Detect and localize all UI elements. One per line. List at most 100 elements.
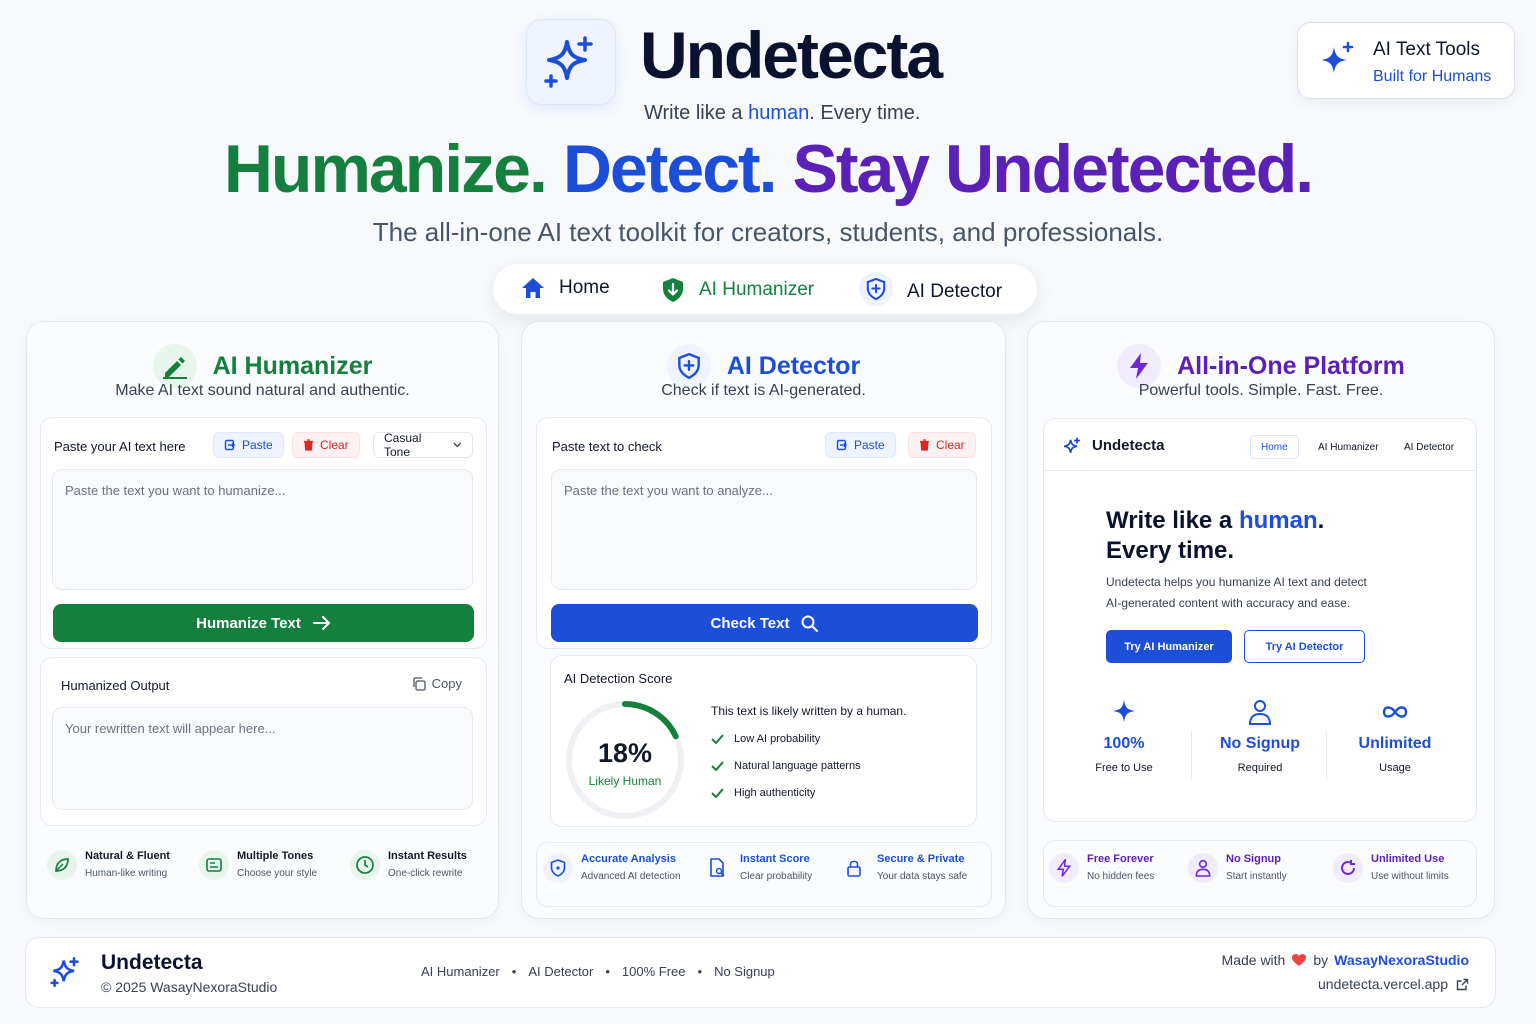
input-label: Paste text to check bbox=[552, 439, 662, 454]
platform-subtitle: Powerful tools. Simple. Fast. Free. bbox=[1138, 382, 1384, 399]
tone-select[interactable]: Casual Tone bbox=[373, 431, 473, 459]
humanizer-card: AI Humanizer Make AI text sound natural … bbox=[26, 321, 499, 919]
brand-title: Undetecta bbox=[640, 18, 943, 92]
check-item: Natural language patterns bbox=[711, 760, 861, 772]
nav-home[interactable]: Home bbox=[521, 277, 610, 299]
feature-accurate-analysis: Accurate Analysis Advanced AI detection bbox=[543, 853, 681, 883]
footer-link-ai-humanizer[interactable]: AI Humanizer bbox=[421, 964, 500, 979]
detection-score-panel: AI Detection Score 18% Likely Human This… bbox=[550, 655, 977, 827]
external-link-icon bbox=[1456, 978, 1469, 990]
detector-input-panel: Paste text to check Paste Clear Check Te… bbox=[536, 417, 992, 649]
infinity-icon bbox=[1382, 706, 1408, 718]
footer: Undetecta © 2025 WasayNexoraStudio AI Hu… bbox=[25, 937, 1496, 1008]
footer-link-ai-detector[interactable]: AI Detector bbox=[528, 964, 593, 979]
check-icon bbox=[711, 788, 724, 798]
detector-card: AI Detector Check if text is AI-generate… bbox=[521, 321, 1006, 919]
studio-link[interactable]: WasayNexoraStudio bbox=[1334, 952, 1469, 968]
mini-description: Undetecta helps you humanize AI text and… bbox=[1106, 575, 1367, 610]
try-ai-detector-button[interactable]: Try AI Detector bbox=[1244, 630, 1365, 663]
trash-icon bbox=[304, 439, 313, 451]
heart-icon bbox=[1292, 954, 1307, 966]
lock-icon bbox=[839, 853, 869, 883]
detector-features: Accurate Analysis Advanced AI detection I… bbox=[536, 842, 992, 907]
feature-instant-results: Instant Results One-click rewrite bbox=[350, 850, 467, 880]
detector-subtitle: Check if text is AI-generated. bbox=[661, 382, 866, 399]
try-ai-humanizer-button[interactable]: Try AI Humanizer bbox=[1106, 630, 1232, 663]
mini-nav-ai-detector[interactable]: AI Detector bbox=[1394, 435, 1464, 459]
clear-button[interactable]: Clear bbox=[292, 432, 360, 458]
badge-subtitle: Built for Humans bbox=[1373, 68, 1492, 85]
clear-button[interactable]: Clear bbox=[908, 432, 976, 458]
stat-no-signup: No Signup Required bbox=[1193, 699, 1327, 774]
badge-title: AI Text Tools bbox=[1373, 39, 1481, 60]
home-icon bbox=[522, 278, 544, 298]
refresh-icon bbox=[1333, 853, 1363, 883]
logo[interactable] bbox=[526, 19, 616, 105]
clock-icon bbox=[350, 850, 380, 880]
feature-secure-private: Secure & Private Your data stays safe bbox=[839, 853, 967, 883]
search-icon bbox=[801, 615, 819, 632]
footer-links: AI Humanizer • AI Detector • 100% Free •… bbox=[421, 964, 775, 979]
arrow-right-icon bbox=[312, 616, 331, 630]
verdict-text: This text is likely written by a human. bbox=[711, 704, 907, 718]
footer-copyright: © 2025 WasayNexoraStudio bbox=[101, 979, 278, 995]
tagline: Write like a human. Every time. bbox=[644, 102, 921, 124]
footer-link-no-signup[interactable]: No Signup bbox=[714, 964, 775, 979]
shield-download-icon bbox=[663, 278, 683, 302]
trash-icon bbox=[920, 439, 929, 451]
feature-natural-fluent: Natural & Fluent Human-like writing bbox=[47, 850, 170, 880]
lightning-icon bbox=[1049, 853, 1079, 883]
stat-unlimited: Unlimited Usage bbox=[1328, 699, 1462, 774]
footer-brand: Undetecta bbox=[101, 951, 203, 974]
humanizer-subtitle: Make AI text sound natural and authentic… bbox=[115, 382, 410, 399]
nav-ai-detector[interactable]: AI Detector bbox=[859, 272, 1002, 306]
sparkle-logo-icon bbox=[50, 957, 79, 987]
ai-text-tools-badge: AI Text Tools Built for Humans bbox=[1297, 22, 1515, 99]
stat-free: 100% Free to Use bbox=[1057, 699, 1191, 774]
sparkle-icon bbox=[1321, 41, 1354, 73]
platform-title: All-in-One Platform bbox=[1177, 351, 1405, 380]
paste-button[interactable]: Paste bbox=[213, 432, 284, 458]
feature-multiple-tones: Multiple Tones Choose your style bbox=[199, 850, 317, 880]
humanized-output-panel: Humanized Output Copy bbox=[40, 657, 487, 826]
feature-unlimited-use: Unlimited Use Use without limits bbox=[1333, 853, 1449, 883]
copy-button[interactable]: Copy bbox=[412, 676, 462, 691]
tones-icon bbox=[199, 850, 229, 880]
score-caption: Likely Human bbox=[588, 774, 662, 788]
mini-brand: Undetecta bbox=[1092, 437, 1165, 454]
check-text-button[interactable]: Check Text bbox=[551, 604, 978, 642]
document-search-icon bbox=[702, 853, 732, 883]
input-label: Paste your AI text here bbox=[54, 439, 186, 454]
output-label: Humanized Output bbox=[61, 678, 170, 693]
feature-instant-score: Instant Score Clear probability bbox=[702, 853, 812, 883]
feature-no-signup: No Signup Start instantly bbox=[1188, 853, 1287, 883]
user-icon bbox=[1188, 853, 1218, 883]
shield-icon bbox=[543, 853, 573, 883]
main-nav: Home AI Humanizer AI Detector bbox=[492, 263, 1038, 315]
made-with: Made with by WasayNexoraStudio bbox=[1221, 952, 1469, 968]
sparkle-logo-icon bbox=[1063, 437, 1081, 453]
platform-card: All-in-One Platform Powerful tools. Simp… bbox=[1027, 321, 1495, 919]
score-value: 18% bbox=[597, 738, 653, 768]
check-item: High authenticity bbox=[711, 787, 815, 799]
paste-button[interactable]: Paste bbox=[825, 432, 896, 458]
footer-link-free[interactable]: 100% Free bbox=[622, 964, 686, 979]
paste-icon bbox=[224, 439, 235, 451]
site-url[interactable]: undetecta.vercel.app bbox=[1318, 976, 1469, 992]
paste-icon bbox=[836, 439, 847, 451]
humanize-text-button[interactable]: Humanize Text bbox=[53, 604, 474, 642]
mini-nav-ai-humanizer[interactable]: AI Humanizer bbox=[1308, 435, 1389, 459]
humanizer-title: AI Humanizer bbox=[212, 351, 373, 380]
sparkle-icon bbox=[1113, 700, 1135, 722]
detect-input[interactable] bbox=[551, 469, 977, 590]
humanized-output[interactable] bbox=[52, 707, 473, 810]
nav-ai-humanizer[interactable]: AI Humanizer bbox=[661, 277, 814, 303]
mini-nav-home[interactable]: Home bbox=[1250, 435, 1299, 459]
check-icon bbox=[711, 761, 724, 771]
leaf-icon bbox=[47, 850, 77, 880]
humanize-input[interactable] bbox=[52, 469, 473, 590]
humanizer-input-panel: Paste your AI text here Paste Clear Casu… bbox=[40, 417, 487, 649]
check-item: Low AI probability bbox=[711, 733, 820, 745]
hero-subtitle: The all-in-one AI text toolkit for creat… bbox=[372, 217, 1164, 247]
hero-headline: Humanize. Detect. Stay Undetected. bbox=[223, 131, 1314, 207]
